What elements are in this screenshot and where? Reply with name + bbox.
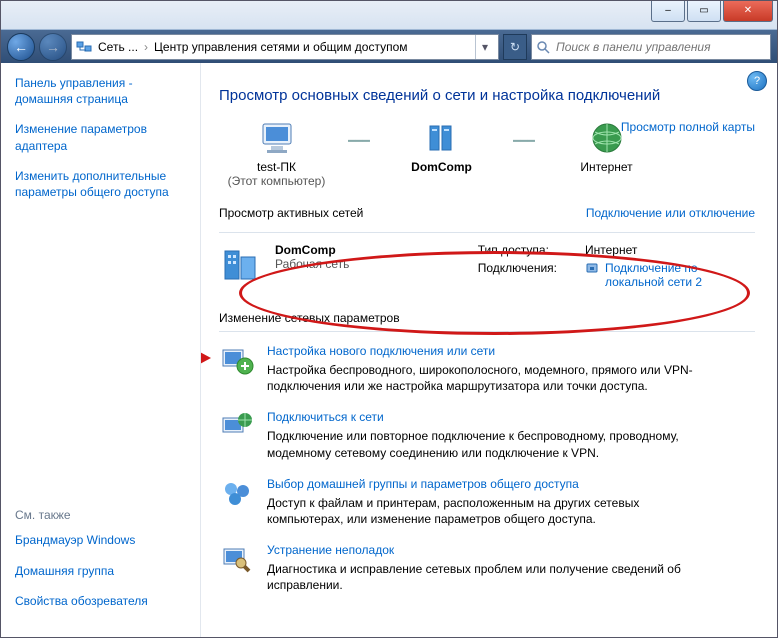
task-connect-network[interactable]: Подключиться к сети Подключение или повт… [219, 410, 755, 460]
task-title: Подключиться к сети [267, 410, 697, 424]
network-type: Рабочая сеть [275, 257, 349, 271]
window-controls: – ▭ ✕ [649, 1, 773, 22]
active-networks-header: Просмотр активных сетей Подключение или … [219, 188, 755, 226]
access-type-label: Тип доступа: [478, 243, 557, 257]
help-button[interactable]: ? [747, 71, 767, 91]
task-desc: Подключение или повторное подключение к … [267, 428, 697, 460]
page-title: Просмотр основных сведений о сети и наст… [219, 87, 755, 104]
chevron-right-icon: › [144, 40, 148, 54]
map-connector: ━━━ [499, 120, 549, 148]
access-type-value: Интернет [585, 243, 755, 257]
breadcrumb-item[interactable]: Сеть ... [98, 40, 138, 54]
computer-icon [257, 120, 297, 156]
ethernet-icon [585, 261, 599, 275]
active-networks-label: Просмотр активных сетей [219, 206, 363, 220]
homegroup-icon [219, 477, 255, 511]
see-also-heading: См. также [15, 508, 186, 522]
sidebar-link-adapter[interactable]: Изменение параметров адаптера [15, 121, 186, 153]
task-troubleshoot[interactable]: Устранение неполадок Диагностика и испра… [219, 543, 755, 593]
address-dropdown[interactable]: ▾ [475, 35, 494, 59]
titlebar: – ▭ ✕ [1, 1, 777, 30]
see-also-firewall[interactable]: Брандмауэр Windows [15, 532, 186, 548]
minimize-icon: – [665, 6, 671, 16]
task-text: Подключиться к сети Подключение или повт… [267, 410, 697, 460]
sidebar-link-sharing[interactable]: Изменить дополнительные параметры общего… [15, 168, 186, 200]
map-domain-name: DomComp [384, 160, 499, 174]
connect-icon [219, 410, 255, 444]
maximize-icon: ▭ [699, 6, 708, 16]
task-desc: Диагностика и исправление сетевых пробле… [267, 561, 697, 593]
task-title: Выбор домашней группы и параметров общег… [267, 477, 697, 491]
see-also-internet-options[interactable]: Свойства обозревателя [15, 593, 186, 609]
arrow-left-icon: ← [14, 39, 28, 55]
network-name: DomComp [275, 243, 349, 257]
map-connector: ━━━ [334, 120, 384, 148]
task-homegroup[interactable]: Выбор домашней группы и параметров общег… [219, 477, 755, 527]
maximize-button[interactable]: ▭ [687, 1, 721, 22]
search-input[interactable] [554, 39, 766, 55]
connection-info: Тип доступа: Интернет Подключения: Подкл… [478, 243, 755, 289]
connect-disconnect-link[interactable]: Подключение или отключение [586, 206, 755, 220]
network-building-icon [219, 243, 263, 283]
nav-toolbar: ← → Сеть ... › Центр управления сетями и… [1, 30, 777, 64]
server-icon [422, 120, 462, 156]
see-also-block: См. также Брандмауэр Windows Домашняя гр… [15, 508, 186, 623]
side-pane: Панель управления - домашняя страница Из… [1, 63, 201, 637]
active-network-row: DomComp Рабочая сеть Тип доступа: Интерн… [219, 243, 755, 289]
map-pc-sub: (Этот компьютер) [219, 174, 334, 188]
task-new-connection[interactable]: Настройка нового подключения или сети На… [219, 344, 755, 394]
connection-link[interactable]: Подключение по локальной сети 2 [585, 261, 755, 289]
task-text: Настройка нового подключения или сети На… [267, 344, 697, 394]
breadcrumb-item[interactable]: Центр управления сетями и общим доступом [154, 40, 408, 54]
change-settings-heading: Изменение сетевых параметров [219, 311, 755, 325]
map-pc-name: test-ПК [219, 160, 334, 174]
address-bar[interactable]: Сеть ... › Центр управления сетями и общ… [71, 34, 499, 60]
sidebar-link-home[interactable]: Панель управления - домашняя страница [15, 75, 186, 107]
arrow-right-icon: → [46, 39, 60, 55]
task-desc: Настройка беспроводного, широкополосного… [267, 362, 697, 394]
close-icon: ✕ [744, 6, 752, 16]
divider [219, 331, 755, 332]
chevron-down-icon: ▾ [482, 40, 488, 54]
map-internet-label: Интернет [549, 160, 664, 174]
search-box[interactable] [531, 34, 771, 60]
network-name-block[interactable]: DomComp Рабочая сеть [275, 243, 349, 289]
back-button[interactable]: ← [7, 33, 35, 61]
task-title: Настройка нового подключения или сети [267, 344, 697, 358]
map-node-pc[interactable]: test-ПК (Этот компьютер) [219, 120, 334, 188]
connection-name: Подключение по локальной сети 2 [605, 261, 755, 289]
task-desc: Доступ к файлам и принтерам, расположенн… [267, 495, 697, 527]
window-body: Панель управления - домашняя страница Из… [1, 63, 777, 637]
close-button[interactable]: ✕ [723, 1, 773, 22]
network-icon [76, 39, 92, 55]
forward-button[interactable]: → [39, 33, 67, 61]
refresh-icon: ↻ [510, 40, 520, 54]
wizard-icon [219, 344, 255, 378]
window-frame: – ▭ ✕ ← → Сеть ... › Центр управления се… [0, 0, 778, 638]
connections-label: Подключения: [478, 261, 557, 289]
annotation-arrow [201, 341, 211, 375]
refresh-button[interactable]: ↻ [503, 34, 527, 60]
network-map: Просмотр полной карты test-ПК (Этот комп… [219, 120, 755, 188]
task-text: Выбор домашней группы и параметров общег… [267, 477, 697, 527]
divider [219, 232, 755, 233]
view-full-map-link[interactable]: Просмотр полной карты [621, 120, 755, 134]
task-title: Устранение неполадок [267, 543, 697, 557]
see-also-homegroup[interactable]: Домашняя группа [15, 563, 186, 579]
search-icon [536, 40, 550, 54]
help-icon: ? [754, 75, 760, 87]
task-text: Устранение неполадок Диагностика и испра… [267, 543, 697, 593]
map-node-domain[interactable]: DomComp [384, 120, 499, 174]
troubleshoot-icon [219, 543, 255, 577]
minimize-button[interactable]: – [651, 1, 685, 22]
main-pane: ? Просмотр основных сведений о сети и на… [201, 63, 777, 637]
